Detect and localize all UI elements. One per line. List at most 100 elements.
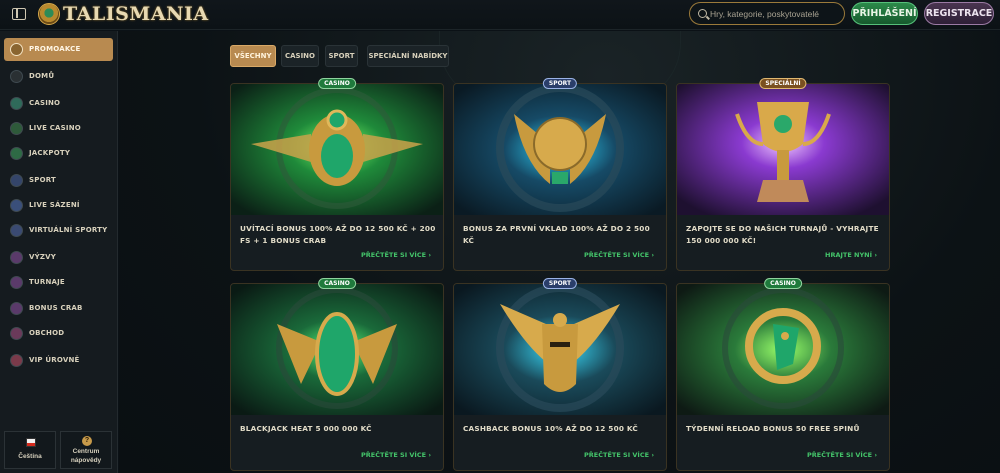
- promo-card[interactable]: SPORT CASHBACK BONUS 10% AŽ DO 12 500 KČ…: [453, 278, 667, 471]
- promo-title: BLACKJACK HEAT 5 000 000 KČ: [240, 424, 372, 433]
- sidebar-item-label: DOMŮ: [29, 72, 55, 80]
- horus-art: [677, 284, 889, 415]
- winged-ball-art: [454, 84, 666, 215]
- promo-card[interactable]: CASINO BLACKJACK HEAT 5 000 000 KČ PŘEČT…: [230, 278, 444, 471]
- filter-tab-all[interactable]: VŠECHNY: [230, 45, 276, 67]
- sidebar-item-live-casino[interactable]: LIVE CASINO: [4, 117, 113, 140]
- sidebar: PROMOAKCE DOMŮ CASINO LIVE CASINO JACKPO…: [0, 31, 118, 473]
- promo-card[interactable]: CASINO UVÍTACÍ BONUS 100% AŽ DO 12 500 K…: [230, 78, 444, 271]
- promo-cta-label: PŘEČTĚTE SI VÍCE: [584, 251, 650, 259]
- clover-icon: [10, 147, 23, 160]
- promo-cta-link[interactable]: PŘEČTĚTE SI VÍCE ›: [807, 451, 877, 459]
- sidebar-item-label: VÝZVY: [29, 253, 57, 261]
- language-selector[interactable]: Čeština: [4, 431, 56, 469]
- chevron-right-icon: ›: [651, 251, 654, 259]
- category-badge: CASINO: [764, 278, 802, 289]
- promo-card[interactable]: SPORT BONUS ZA PRVNÍ VKLAD 100% AŽ DO 2 …: [453, 78, 667, 271]
- promo-title: BONUS ZA PRVNÍ VKLAD 100% AŽ DO 2 500 KČ: [463, 224, 650, 245]
- gift-icon: [10, 43, 23, 56]
- promo-cta-link[interactable]: PŘEČTĚTE SI VÍCE ›: [584, 251, 654, 259]
- search-box[interactable]: [689, 2, 845, 25]
- main-content: VŠECHNY CASINO SPORT SPECIÁLNÍ NABÍDKY C…: [119, 31, 1000, 473]
- logo-emblem-icon[interactable]: [38, 3, 60, 25]
- sidebar-item-vyzvy[interactable]: VÝZVY: [4, 246, 113, 269]
- shop-icon: [10, 327, 23, 340]
- help-center-button[interactable]: ? Centrum nápovědy: [60, 431, 112, 469]
- sidebar-item-vip-urovne[interactable]: VIP ÚROVNĚ: [4, 349, 113, 372]
- sidebar-item-label: BONUS CRAB: [29, 304, 83, 312]
- chevron-right-icon: ›: [428, 451, 431, 459]
- promo-cta-label: PŘEČTĚTE SI VÍCE: [361, 451, 427, 459]
- promo-card[interactable]: CASINO TÝDENNÍ RELOAD BONUS 50 FREE SPIN…: [676, 278, 890, 471]
- promo-title: UVÍTACÍ BONUS 100% AŽ DO 12 500 KČ + 200…: [240, 224, 436, 245]
- chevron-right-icon: ›: [651, 451, 654, 459]
- register-button[interactable]: REGISTRACE: [924, 2, 994, 25]
- sidebar-item-obchod[interactable]: OBCHOD: [4, 322, 113, 345]
- login-button[interactable]: PŘIHLÁŠENÍ: [851, 2, 918, 25]
- spade-icon: [10, 122, 23, 135]
- pharaoh-art: [454, 284, 666, 415]
- orb-icon: [10, 97, 23, 110]
- sidebar-item-label: JACKPOTY: [29, 149, 71, 157]
- sidebar-footer: Čeština ? Centrum nápovědy: [4, 431, 112, 469]
- promo-card[interactable]: SPECIÁLNÍ ZAPOJTE SE DO NAŠICH TURNAJŮ -…: [676, 78, 890, 271]
- help-label-line1: Centrum: [72, 448, 100, 455]
- promo-cta-link[interactable]: PŘEČTĚTE SI VÍCE ›: [361, 451, 431, 459]
- diamond-icon: [10, 354, 23, 367]
- search-icon: [698, 9, 707, 18]
- promo-title: CASHBACK BONUS 10% AŽ DO 12 500 KČ: [463, 424, 638, 433]
- sidebar-item-sport[interactable]: SPORT: [4, 169, 113, 192]
- sidebar-item-label: PROMOAKCE: [29, 45, 81, 53]
- challenge-icon: [10, 251, 23, 264]
- czech-flag-icon: [26, 438, 36, 447]
- search-input[interactable]: [710, 6, 840, 22]
- sidebar-item-promoakce[interactable]: PROMOAKCE: [4, 38, 113, 61]
- chevron-right-icon: ›: [428, 251, 431, 259]
- sidebar-item-label: VIP ÚROVNĚ: [29, 356, 80, 364]
- sidebar-item-label: OBCHOD: [29, 329, 65, 337]
- sidebar-item-live-sazeni[interactable]: LIVE SÁZENÍ: [4, 194, 113, 217]
- sidebar-item-label: LIVE CASINO: [29, 124, 81, 132]
- sidebar-item-bonus-crab[interactable]: BONUS CRAB: [4, 297, 113, 320]
- help-icon: ?: [82, 436, 92, 446]
- pyramid-icon: [10, 70, 23, 83]
- filter-tab-sport[interactable]: SPORT: [325, 45, 358, 67]
- promo-cta-link[interactable]: PŘEČTĚTE SI VÍCE ›: [584, 451, 654, 459]
- promo-cta-label: PŘEČTĚTE SI VÍCE: [584, 451, 650, 459]
- trophy-art: [677, 84, 889, 215]
- category-badge: SPORT: [542, 78, 578, 89]
- promo-title: TÝDENNÍ RELOAD BONUS 50 FREE SPINŮ: [686, 424, 860, 433]
- chevron-right-icon: ›: [874, 251, 877, 259]
- filter-tab-casino[interactable]: CASINO: [281, 45, 319, 67]
- promo-cta-label: PŘEČTĚTE SI VÍCE: [807, 451, 873, 459]
- sidebar-toggle-icon[interactable]: [12, 8, 26, 20]
- top-bar: TALISMANIA PŘIHLÁŠENÍ REGISTRACE: [0, 0, 1000, 30]
- crab-icon: [10, 302, 23, 315]
- sidebar-item-virtualni-sporty[interactable]: VIRTUÁLNÍ SPORTY: [4, 219, 113, 242]
- gamepad-icon: [10, 224, 23, 237]
- logo-text[interactable]: TALISMANIA: [63, 3, 209, 25]
- sidebar-item-turnaje[interactable]: TURNAJE: [4, 271, 113, 294]
- sidebar-item-label: SPORT: [29, 176, 56, 184]
- sidebar-item-label: TURNAJE: [29, 278, 65, 286]
- promo-cta-link[interactable]: PŘEČTĚTE SI VÍCE ›: [361, 251, 431, 259]
- category-badge: SPECIÁLNÍ: [759, 78, 807, 89]
- sidebar-item-jackpoty[interactable]: JACKPOTY: [4, 142, 113, 165]
- promo-cta-label: HRAJTE NYNÍ: [825, 251, 873, 259]
- category-badge: CASINO: [318, 278, 356, 289]
- promo-title: ZAPOJTE SE DO NAŠICH TURNAJŮ - VYHRAJTE …: [686, 224, 879, 245]
- category-badge: SPORT: [542, 278, 578, 289]
- scarab-art: [231, 84, 443, 215]
- ball-icon: [10, 174, 23, 187]
- live-icon: [10, 199, 23, 212]
- sidebar-item-domu[interactable]: DOMŮ: [4, 65, 113, 88]
- jackals-art: [231, 284, 443, 415]
- sidebar-item-casino[interactable]: CASINO: [4, 92, 113, 115]
- filter-tab-special[interactable]: SPECIÁLNÍ NABÍDKY: [367, 45, 449, 67]
- sidebar-item-label: VIRTUÁLNÍ SPORTY: [29, 226, 108, 234]
- sidebar-item-label: LIVE SÁZENÍ: [29, 201, 80, 209]
- sidebar-item-label: CASINO: [29, 99, 61, 107]
- language-label: Čeština: [18, 453, 42, 460]
- trophy-icon: [10, 276, 23, 289]
- promo-cta-link[interactable]: HRAJTE NYNÍ ›: [825, 251, 877, 259]
